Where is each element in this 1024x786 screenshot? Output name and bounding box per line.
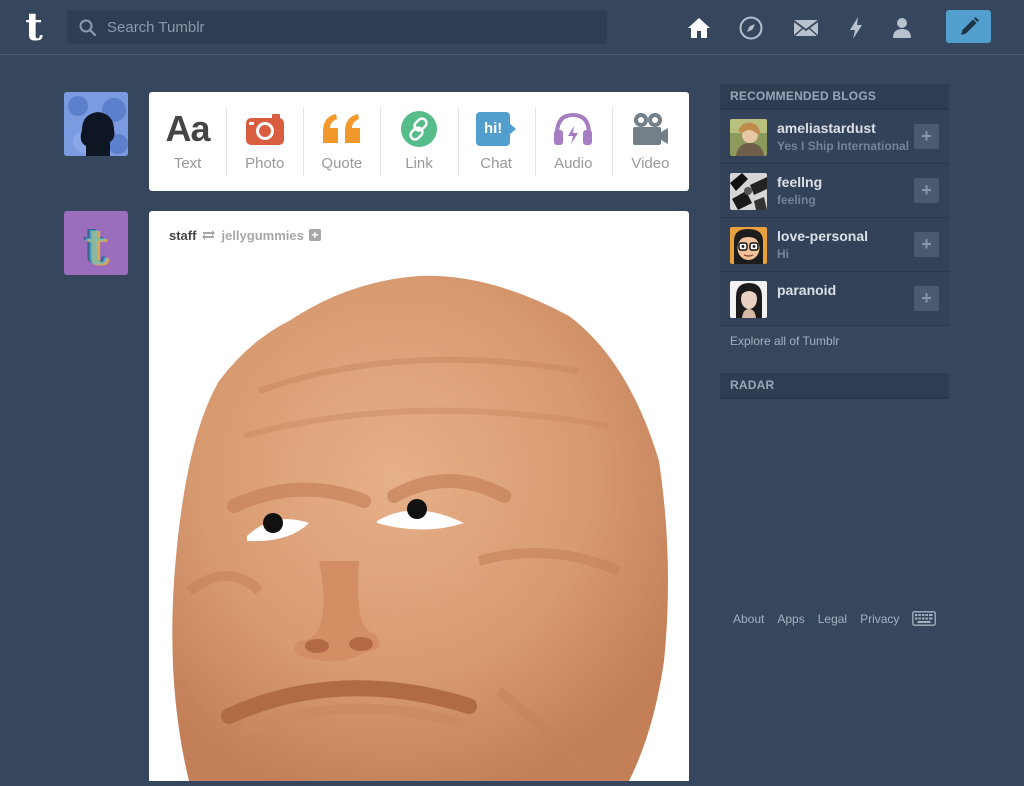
post-type-label: Audio <box>554 155 593 172</box>
inbox-envelope-icon[interactable] <box>791 14 821 42</box>
post-type-label: Quote <box>321 155 363 172</box>
chat-bubble-icon: hi! <box>458 109 535 149</box>
search-input[interactable] <box>105 10 595 44</box>
activity-bolt-icon[interactable] <box>842 14 870 42</box>
search-bar[interactable] <box>67 10 607 44</box>
text-post-icon: Aa <box>165 108 211 149</box>
reblog-source-link[interactable]: jellygummies <box>221 228 303 243</box>
blog-name[interactable]: paranoid <box>777 282 836 298</box>
blog-name[interactable]: love-personal <box>777 228 868 244</box>
follow-button[interactable]: + <box>914 286 939 311</box>
blog-title: Hi <box>777 247 789 261</box>
about-link[interactable]: About <box>733 612 764 626</box>
recommended-blog-item[interactable]: ameliastardust Yes I Ship International … <box>720 110 949 164</box>
top-navbar: t <box>0 0 1024 55</box>
post-type-label: Video <box>631 155 670 172</box>
post-type-label: Photo <box>245 155 285 172</box>
legal-link[interactable]: Legal <box>818 612 847 626</box>
post-type-quote[interactable]: Quote <box>303 92 380 191</box>
blog-name[interactable]: ameliastardust <box>777 120 876 136</box>
post-photo[interactable] <box>149 261 689 781</box>
follow-button[interactable]: + <box>914 232 939 257</box>
post-type-label: Chat <box>480 155 512 172</box>
post-header: staff jellygummies + <box>169 226 321 244</box>
account-person-icon[interactable] <box>888 14 916 42</box>
footer-links: About Apps Legal Privacy <box>733 611 937 626</box>
link-icon <box>380 109 457 149</box>
post-type-link[interactable]: Link <box>380 92 457 191</box>
search-icon <box>79 19 96 36</box>
follow-button[interactable]: + <box>914 124 939 149</box>
post-type-chat[interactable]: hi! Chat <box>457 92 535 191</box>
reblog-icon <box>201 229 216 241</box>
blog-avatar[interactable] <box>730 281 767 318</box>
staff-avatar[interactable]: t t t <box>64 211 128 275</box>
radar-heading: RADAR <box>720 373 949 399</box>
post-type-bar: Aa Text Photo Quote Link hi! Chat Audio … <box>149 92 689 191</box>
post-type-audio[interactable]: Audio <box>534 92 612 191</box>
headphones-icon <box>535 109 612 149</box>
dashboard-post: staff jellygummies + <box>149 211 689 781</box>
tumblr-logo[interactable]: t <box>17 7 51 47</box>
post-type-text[interactable]: Aa Text <box>149 92 226 191</box>
follow-source-icon[interactable]: + <box>308 229 321 241</box>
post-type-label: Text <box>173 155 202 172</box>
user-avatar[interactable] <box>64 92 128 156</box>
post-type-label: Link <box>405 155 433 172</box>
privacy-link[interactable]: Privacy <box>860 612 899 626</box>
camera-icon <box>226 109 303 149</box>
video-camera-icon <box>612 109 689 149</box>
post-type-video[interactable]: Video <box>611 92 689 191</box>
pencil-icon <box>960 16 979 35</box>
explore-all-link[interactable]: Explore all of Tumblr <box>730 334 839 348</box>
blog-avatar[interactable] <box>730 119 767 156</box>
blog-title: Yes I Ship International <box>777 139 910 153</box>
recommended-blog-item[interactable]: paranoid + <box>720 272 949 326</box>
svg-text:t: t <box>84 217 107 275</box>
recommended-blogs-heading: RECOMMENDED BLOGS <box>720 84 949 110</box>
follow-button[interactable]: + <box>914 178 939 203</box>
post-type-photo[interactable]: Photo <box>226 92 303 191</box>
blog-avatar[interactable] <box>730 227 767 264</box>
home-icon[interactable] <box>685 14 713 42</box>
recommended-blog-item[interactable]: love-personal Hi + <box>720 218 949 272</box>
keyboard-icon[interactable] <box>912 611 937 626</box>
blog-title: feeling <box>777 193 816 207</box>
post-author-link[interactable]: staff <box>169 228 196 243</box>
blog-name[interactable]: feellng <box>777 174 822 190</box>
compose-post-button[interactable] <box>946 10 991 43</box>
recommended-blog-item[interactable]: feellng feeling + <box>720 164 949 218</box>
blog-avatar[interactable] <box>730 173 767 210</box>
explore-compass-icon[interactable] <box>737 14 765 42</box>
quote-icon <box>303 109 380 149</box>
apps-link[interactable]: Apps <box>777 612 804 626</box>
recommended-blogs-list: ameliastardust Yes I Ship International … <box>720 110 949 326</box>
